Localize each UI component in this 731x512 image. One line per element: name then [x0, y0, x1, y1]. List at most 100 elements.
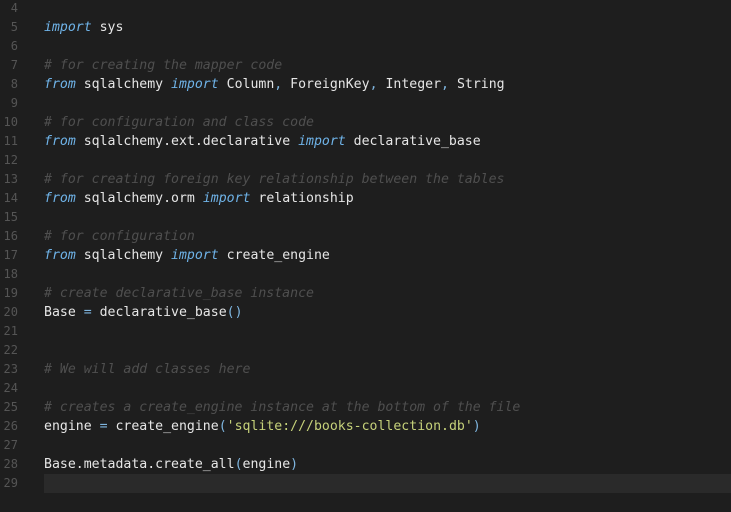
text-token: engine	[44, 419, 100, 434]
code-text[interactable]	[44, 265, 731, 284]
text-token: Integer	[377, 77, 442, 92]
code-line[interactable]: 14 from sqlalchemy.orm import relationshi…	[0, 189, 731, 208]
keyword-token: import	[298, 134, 346, 149]
code-line[interactable]: 25 # creates a create_engine instance at …	[0, 398, 731, 417]
code-text[interactable]	[44, 94, 731, 113]
punctuation-token: (	[234, 457, 243, 472]
code-line[interactable]: 7 # for creating the mapper code	[0, 56, 731, 75]
text-token: declarative_base	[345, 134, 481, 149]
line-number: 25	[3, 400, 18, 414]
code-text[interactable]	[44, 436, 731, 455]
punctuation-token: ()	[226, 305, 243, 320]
comment-token: # create declarative_base instance	[44, 286, 314, 301]
string-token: 'sqlite:///books-collection.db'	[226, 419, 473, 434]
text-token: sys	[91, 20, 124, 35]
keyword-token: import	[44, 20, 92, 35]
code-line[interactable]: 5 import sys	[0, 18, 731, 37]
code-text[interactable]: engine = create_engine('sqlite:///books-…	[44, 417, 731, 436]
code-line[interactable]: 11 from sqlalchemy.ext.declarative import…	[0, 132, 731, 151]
code-text[interactable]: # creates a create_engine instance at th…	[44, 398, 731, 417]
punctuation-token: )	[472, 419, 481, 434]
keyword-token: import	[171, 248, 219, 263]
code-text[interactable]: # for configuration	[44, 227, 731, 246]
text-token: sqlalchemy.orm	[75, 191, 203, 206]
line-number: 6	[10, 39, 18, 53]
code-line[interactable]: 26 engine = create_engine('sqlite:///book…	[0, 417, 731, 436]
code-line[interactable]: 13 # for creating foreign key relationshi…	[0, 170, 731, 189]
code-line[interactable]: 28 Base.metadata.create_all(engine)	[0, 455, 731, 474]
code-text[interactable]: # for creating the mapper code	[44, 56, 731, 75]
line-number: 16	[3, 229, 18, 243]
code-line[interactable]: 17 from sqlalchemy import create_engine	[0, 246, 731, 265]
line-number: 8	[10, 77, 18, 91]
comment-token: # for configuration and class code	[44, 115, 314, 130]
line-number: 5	[10, 20, 18, 34]
punctuation-token: =	[99, 419, 108, 434]
code-text[interactable]	[44, 208, 731, 227]
line-number: 15	[3, 210, 18, 224]
code-line[interactable]: 9	[0, 94, 731, 113]
code-line[interactable]: 10 # for configuration and class code	[0, 113, 731, 132]
code-text[interactable]	[44, 0, 731, 18]
code-text[interactable]	[44, 37, 731, 56]
line-number: 10	[3, 115, 18, 129]
line-number: 17	[3, 248, 18, 262]
comment-token: # for creating the mapper code	[44, 58, 283, 73]
code-text[interactable]: # for creating foreign key relationship …	[44, 170, 731, 189]
keyword-token: import	[202, 191, 251, 206]
keyword-token: from	[44, 77, 76, 92]
code-text[interactable]: from sqlalchemy.orm import relationship	[44, 189, 731, 208]
code-line[interactable]: 4	[0, 0, 731, 18]
code-text[interactable]: import sys	[44, 18, 731, 37]
code-text[interactable]: # create declarative_base instance	[44, 284, 731, 303]
code-text[interactable]: from sqlalchemy.ext.declarative import d…	[44, 132, 731, 151]
line-number: 24	[3, 381, 18, 395]
code-text[interactable]	[44, 151, 731, 170]
line-number: 29	[3, 476, 18, 490]
code-text[interactable]	[44, 341, 731, 360]
comment-token: # creates a create_engine instance at th…	[44, 400, 521, 415]
text-token: create_engine	[107, 419, 219, 434]
code-line[interactable]: 16 # for configuration	[0, 227, 731, 246]
code-line[interactable]: 12	[0, 151, 731, 170]
line-number: 11	[3, 134, 18, 148]
code-text[interactable]: # for configuration and class code	[44, 113, 731, 132]
line-number: 26	[3, 419, 18, 433]
code-text[interactable]: # We will add classes here	[44, 360, 731, 379]
current-code-line[interactable]: 29	[0, 474, 731, 493]
code-line[interactable]: 21	[0, 322, 731, 341]
code-text[interactable]	[44, 322, 731, 341]
code-text[interactable]	[44, 474, 731, 493]
comment-token: # for configuration	[44, 229, 195, 244]
code-line[interactable]: 27	[0, 436, 731, 455]
code-line[interactable]: 18	[0, 265, 731, 284]
keyword-token: import	[171, 77, 219, 92]
code-line[interactable]: 20 Base = declarative_base()	[0, 303, 731, 322]
code-text[interactable]: Base = declarative_base()	[44, 303, 731, 322]
comment-token: # We will add classes here	[44, 362, 251, 377]
code-line[interactable]: 6	[0, 37, 731, 56]
code-line[interactable]: 23 # We will add classes here	[0, 360, 731, 379]
keyword-token: from	[44, 248, 76, 263]
punctuation-token: =	[83, 305, 92, 320]
code-line[interactable]: 8 from sqlalchemy import Column, ForeignK…	[0, 75, 731, 94]
code-line[interactable]: 24	[0, 379, 731, 398]
keyword-token: from	[44, 134, 76, 149]
code-text[interactable]: Base.metadata.create_all(engine)	[44, 455, 731, 474]
code-line[interactable]: 19 # create declarative_base instance	[0, 284, 731, 303]
text-token: sqlalchemy.ext.declarative	[75, 134, 299, 149]
text-token: String	[449, 77, 505, 92]
code-line[interactable]: 15	[0, 208, 731, 227]
comment-token: # for creating foreign key relationship …	[44, 172, 505, 187]
line-number: 23	[3, 362, 18, 376]
line-number: 4	[10, 1, 18, 15]
code-text[interactable]	[44, 379, 731, 398]
code-editor[interactable]: 4 5 import sys 6 7 # for creating the mapper …	[0, 0, 731, 512]
line-number: 27	[3, 438, 18, 452]
text-token: declarative_base	[91, 305, 227, 320]
code-text[interactable]: from sqlalchemy import Column, ForeignKe…	[44, 75, 731, 94]
code-text[interactable]: from sqlalchemy import create_engine	[44, 246, 731, 265]
code-line[interactable]: 22	[0, 341, 731, 360]
text-token: Base.metadata.create_all	[44, 457, 235, 472]
text-token: Base	[44, 305, 84, 320]
